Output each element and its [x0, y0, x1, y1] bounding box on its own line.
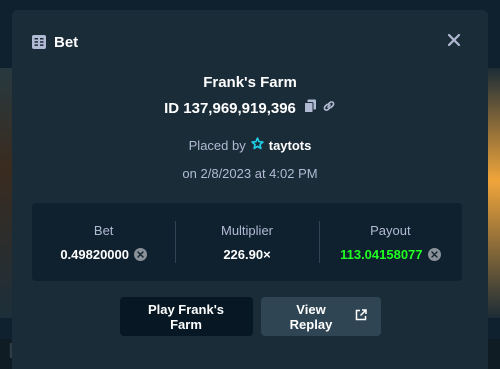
stat-payout-label: Payout: [370, 222, 411, 238]
modal-title: Bet: [54, 33, 79, 51]
stat-bet: Bet 0.49820000: [32, 203, 175, 281]
close-icon: [447, 33, 461, 47]
view-replay-button[interactable]: View Replay: [260, 297, 381, 336]
stat-multiplier-value: 226.90×: [223, 246, 271, 262]
stat-multiplier: Multiplier 226.90×: [175, 203, 318, 281]
background-game-thumbnail-right: [488, 68, 500, 318]
bet-slip-icon: [32, 35, 46, 49]
stat-payout-value: 113.04158077: [340, 246, 423, 262]
stat-bet-label: Bet: [93, 222, 114, 238]
bet-date: on 2/8/2023 at 4:02 PM: [182, 166, 318, 181]
stat-multiplier-label: Multiplier: [220, 222, 273, 238]
modal-header: Bet: [32, 32, 78, 52]
background-game-thumbnail-left: [0, 68, 12, 318]
stat-bet-value: 0.49820000: [60, 246, 129, 262]
play-game-button[interactable]: Play Frank's Farm: [119, 297, 253, 336]
bet-id: ID 137,969,919,396: [164, 99, 296, 117]
game-title: Frank's Farm: [203, 74, 297, 91]
bet-stats-panel: Bet 0.49820000 Multiplier 226.90× Payout…: [32, 203, 462, 281]
stat-payout: Payout 113.04158077: [318, 203, 462, 281]
username-link[interactable]: taytots: [269, 138, 312, 153]
star-icon: [251, 137, 264, 153]
external-link-icon: [355, 309, 367, 324]
bet-id-row: ID 137,969,919,396: [12, 99, 488, 117]
placed-by-row: Placed by taytots: [12, 137, 488, 153]
view-replay-label: View Replay: [289, 301, 333, 332]
placed-by-label: Placed by: [188, 137, 246, 153]
link-icon[interactable]: [322, 99, 336, 117]
close-button[interactable]: [446, 32, 462, 48]
copy-icon[interactable]: [303, 99, 317, 117]
bet-modal: Bet Frank's Farm ID 137,969,919,396 Plac…: [12, 10, 488, 369]
modal-actions: Play Frank's Farm View Replay: [12, 297, 488, 336]
currency-icon: [134, 247, 147, 261]
currency-icon: [427, 247, 441, 261]
